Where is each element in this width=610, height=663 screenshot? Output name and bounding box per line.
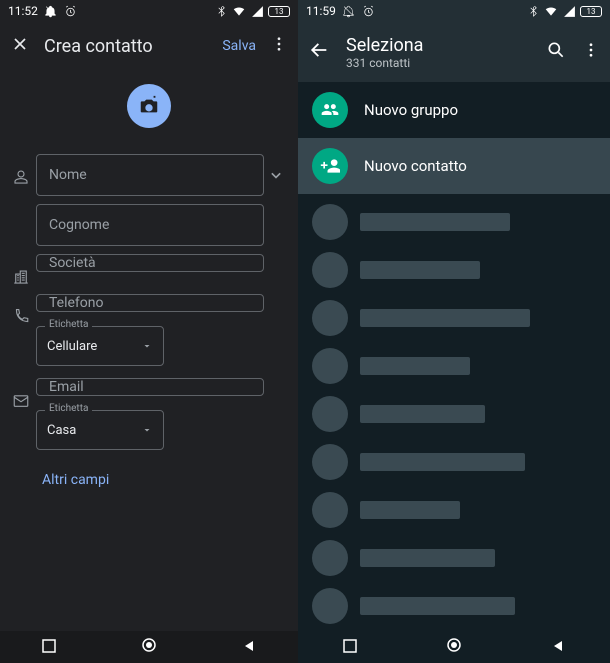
- contact-name-placeholder: [360, 213, 510, 231]
- avatar: [312, 252, 348, 288]
- new-group-row[interactable]: Nuovo gruppo: [298, 82, 610, 138]
- nav-back-icon[interactable]: [551, 638, 565, 657]
- avatar: [312, 540, 348, 576]
- contact-form: Nome Cognome Società: [0, 154, 298, 488]
- more-icon[interactable]: [270, 35, 288, 57]
- contact-row[interactable]: [298, 582, 610, 630]
- contact-name-placeholder: [360, 453, 525, 471]
- more-fields-link[interactable]: Altri campi: [6, 458, 288, 488]
- search-icon[interactable]: [546, 40, 566, 64]
- phone-label-select[interactable]: Etichetta Cellulare: [36, 326, 164, 366]
- email-label-select[interactable]: Etichetta Casa: [36, 410, 164, 450]
- nav-back-icon[interactable]: [242, 638, 256, 657]
- person-icon: [6, 154, 36, 186]
- contact-name-placeholder: [360, 501, 460, 519]
- alarm-icon: [64, 4, 78, 18]
- nav-home-icon[interactable]: [446, 637, 462, 657]
- phone-field[interactable]: Telefono: [36, 294, 264, 312]
- phone-label-value: Cellulare: [47, 339, 97, 354]
- expand-name-icon[interactable]: [264, 165, 288, 185]
- add-photo-button[interactable]: [127, 84, 171, 128]
- contact-row[interactable]: [298, 342, 610, 390]
- bluetooth-icon: [526, 4, 540, 18]
- status-bar: 11:52 13: [0, 0, 298, 22]
- avatar: [312, 444, 348, 480]
- contact-name-placeholder: [360, 357, 470, 375]
- create-contact-screen: 11:52 13 Crea contatto Salva: [0, 0, 298, 663]
- avatar: [312, 588, 348, 624]
- app-header: Crea contatto Salva: [0, 22, 298, 70]
- nav-recents-icon[interactable]: [42, 638, 56, 657]
- email-label-value: Casa: [47, 423, 76, 438]
- nav-recents-icon[interactable]: [343, 638, 357, 657]
- email-label-caption: Etichetta: [45, 403, 92, 414]
- company-icon: [6, 254, 36, 286]
- contact-row[interactable]: [298, 390, 610, 438]
- nav-bar: [298, 631, 610, 663]
- email-field[interactable]: Email: [36, 378, 264, 396]
- group-icon: [312, 92, 348, 128]
- nav-bar: [0, 631, 298, 663]
- more-icon[interactable]: [582, 41, 600, 63]
- contact-name-placeholder: [360, 549, 495, 567]
- contact-row[interactable]: [298, 486, 610, 534]
- close-icon[interactable]: [10, 34, 30, 58]
- nav-home-icon[interactable]: [141, 637, 157, 657]
- status-time: 11:52: [8, 4, 38, 18]
- contact-name-placeholder: [360, 405, 485, 423]
- contact-list[interactable]: [298, 194, 610, 630]
- select-contact-screen: 11:59 13 Seleziona 331: [298, 0, 610, 663]
- contact-name-placeholder: [360, 309, 530, 327]
- surname-field[interactable]: Cognome: [36, 204, 264, 246]
- app-header: Seleziona 331 contatti: [298, 22, 610, 82]
- contact-row[interactable]: [298, 246, 610, 294]
- avatar: [312, 348, 348, 384]
- page-title: Seleziona: [346, 35, 546, 56]
- wifi-icon: [232, 4, 246, 18]
- bell-off-icon: [342, 4, 356, 18]
- phone-icon: [6, 294, 36, 326]
- avatar: [312, 396, 348, 432]
- avatar: [312, 300, 348, 336]
- avatar: [312, 204, 348, 240]
- company-field[interactable]: Società: [36, 254, 264, 272]
- contact-row[interactable]: [298, 294, 610, 342]
- new-contact-row[interactable]: Nuovo contatto: [298, 138, 610, 194]
- email-icon: [6, 378, 36, 410]
- contact-name-placeholder: [360, 261, 480, 279]
- contact-name-placeholder: [360, 597, 515, 615]
- new-contact-label: Nuovo contatto: [364, 157, 467, 175]
- page-subtitle: 331 contatti: [346, 56, 546, 70]
- status-bar: 11:59 13: [298, 0, 610, 22]
- new-group-label: Nuovo gruppo: [364, 101, 458, 119]
- battery-icon: 13: [268, 6, 290, 17]
- back-icon[interactable]: [308, 39, 330, 65]
- battery-icon: 13: [580, 6, 602, 17]
- first-name-field[interactable]: Nome: [36, 154, 264, 196]
- wifi-icon: [544, 4, 558, 18]
- alarm-icon: [362, 4, 376, 18]
- signal-icon: [250, 4, 264, 18]
- bell-off-icon: [44, 4, 58, 18]
- signal-icon: [562, 4, 576, 18]
- contact-row[interactable]: [298, 534, 610, 582]
- add-person-icon: [312, 148, 348, 184]
- bluetooth-icon: [214, 4, 228, 18]
- page-title: Crea contatto: [44, 36, 222, 57]
- contact-row[interactable]: [298, 198, 610, 246]
- contact-row[interactable]: [298, 438, 610, 486]
- save-button[interactable]: Salva: [222, 38, 256, 54]
- avatar: [312, 492, 348, 528]
- phone-label-caption: Etichetta: [45, 319, 92, 330]
- status-time: 11:59: [306, 4, 336, 18]
